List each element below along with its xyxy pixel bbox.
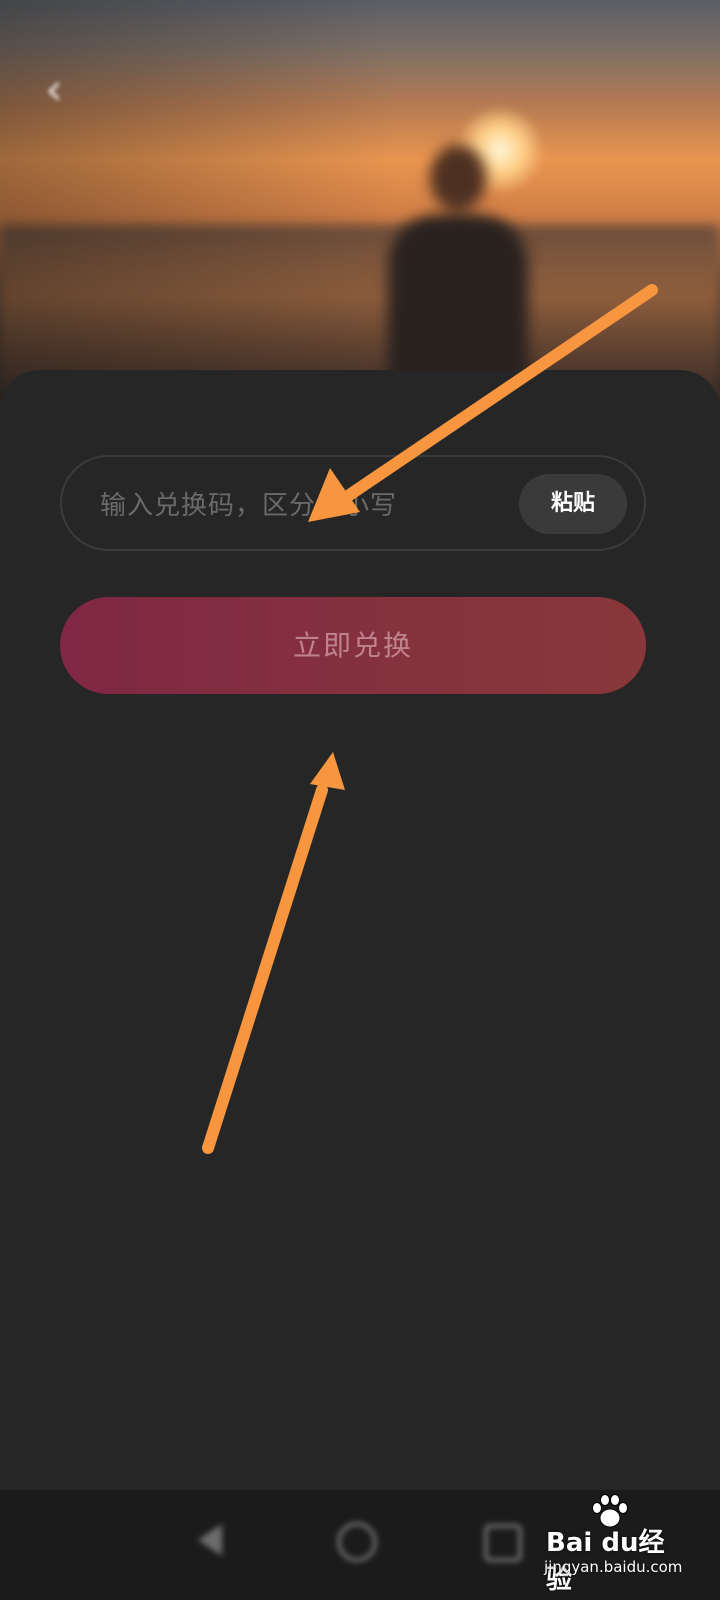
watermark-url: jingyan.baidu.com (544, 1558, 683, 1576)
nav-recent-button[interactable] (470, 1510, 530, 1570)
baidu-jingyan-watermark: Bai du经验 jingyan.baidu.com (540, 1492, 690, 1595)
triangle-back-icon (198, 1524, 222, 1556)
back-button[interactable]: ‹ (30, 62, 78, 118)
nav-home-button[interactable] (325, 1510, 385, 1570)
back-arrow-icon: ‹ (45, 64, 63, 115)
nav-back-button[interactable] (180, 1510, 240, 1570)
paste-button[interactable]: 粘贴 (519, 474, 627, 534)
vip-banner (0, 0, 720, 400)
redeem-code-input[interactable] (98, 481, 502, 531)
screen: ‹ 粘贴 立即兑换 (0, 0, 720, 1600)
redeem-code-field: 粘贴 (60, 455, 646, 551)
square-recent-icon (484, 1524, 522, 1562)
circle-home-icon (337, 1522, 377, 1562)
redeem-now-button[interactable]: 立即兑换 (60, 597, 646, 694)
